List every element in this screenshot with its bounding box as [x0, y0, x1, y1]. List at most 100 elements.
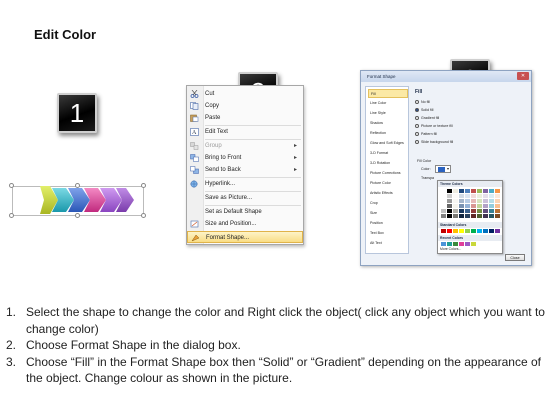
nav-item-artistic-effects[interactable]: Artistic Effects [368, 189, 408, 198]
radio-button[interactable] [415, 140, 419, 145]
nav-item-3d-rotation[interactable]: 3-D Rotation [368, 159, 408, 168]
color-swatch[interactable] [483, 194, 488, 198]
color-swatch[interactable] [477, 214, 482, 218]
close-button[interactable]: Close [505, 254, 525, 261]
color-swatch[interactable] [453, 204, 458, 208]
color-swatch[interactable] [447, 189, 452, 193]
color-swatch[interactable] [441, 242, 446, 246]
color-swatch[interactable] [459, 242, 464, 246]
menu-item-hyperlink[interactable]: Hyperlink... [187, 178, 303, 190]
menu-item-size-position[interactable]: Size and Position... [187, 218, 303, 230]
nav-item-size[interactable]: Size [368, 209, 408, 218]
color-swatch[interactable] [465, 214, 470, 218]
color-swatch[interactable] [471, 242, 476, 246]
color-swatch[interactable] [447, 209, 452, 213]
color-swatch[interactable] [477, 189, 482, 193]
color-swatch[interactable] [489, 204, 494, 208]
color-swatch[interactable] [441, 199, 446, 203]
nav-item-picture-corrections[interactable]: Picture Corrections [368, 169, 408, 178]
radio-button[interactable] [415, 124, 419, 129]
color-swatch[interactable] [465, 242, 470, 246]
color-swatch[interactable] [495, 189, 500, 193]
color-swatch[interactable] [477, 229, 482, 233]
menu-item-bring-to-front[interactable]: Bring to Front ▸ [187, 152, 303, 164]
color-swatch[interactable] [489, 209, 494, 213]
color-swatch[interactable] [447, 204, 452, 208]
color-swatch[interactable] [477, 204, 482, 208]
color-swatch[interactable] [447, 242, 452, 246]
color-swatch[interactable] [483, 229, 488, 233]
nav-item-glow[interactable]: Glow and Soft Edges [368, 139, 408, 148]
color-swatch[interactable] [471, 199, 476, 203]
color-swatch[interactable] [483, 214, 488, 218]
radio-slide-background-fill[interactable]: Slide background fill [415, 139, 453, 146]
color-swatch[interactable] [447, 229, 452, 233]
color-swatch[interactable] [465, 199, 470, 203]
nav-item-fill[interactable]: Fill [368, 89, 408, 98]
color-swatch[interactable] [489, 199, 494, 203]
radio-picture-fill[interactable]: Picture or texture fill [415, 123, 453, 130]
radio-no-fill[interactable]: No fill [415, 99, 430, 106]
close-icon[interactable]: ✕ [517, 72, 529, 80]
radio-button[interactable] [415, 132, 419, 137]
color-swatch[interactable] [459, 209, 464, 213]
color-swatch[interactable] [477, 194, 482, 198]
menu-item-paste[interactable]: Paste [187, 112, 303, 124]
color-swatch[interactable] [495, 194, 500, 198]
color-swatch[interactable] [471, 209, 476, 213]
color-swatch[interactable] [489, 194, 494, 198]
nav-item-position[interactable]: Position [368, 219, 408, 228]
color-swatch[interactable] [495, 199, 500, 203]
nav-item-crop[interactable]: Crop [368, 199, 408, 208]
standard-colors-grid[interactable] [441, 229, 500, 233]
color-swatch[interactable] [453, 194, 458, 198]
color-swatch[interactable] [495, 204, 500, 208]
recent-colors-grid[interactable] [441, 242, 500, 246]
color-swatch[interactable] [459, 199, 464, 203]
nav-item-3d-format[interactable]: 3-D Format [368, 149, 408, 158]
color-swatch[interactable] [465, 229, 470, 233]
menu-item-edit-text[interactable]: A Edit Text [187, 126, 303, 138]
menu-item-format-shape[interactable]: Format Shape... [187, 231, 303, 243]
nav-item-reflection[interactable]: Reflection [368, 129, 408, 138]
color-swatch[interactable] [465, 204, 470, 208]
radio-button[interactable] [415, 100, 419, 105]
chevron-arrows-shape[interactable] [4, 178, 150, 222]
color-swatch[interactable] [441, 209, 446, 213]
color-swatch[interactable] [465, 209, 470, 213]
arrow-shapes-group[interactable] [4, 178, 150, 222]
color-swatch[interactable] [483, 199, 488, 203]
nav-item-line-color[interactable]: Line Color [368, 99, 408, 108]
color-swatch[interactable] [441, 229, 446, 233]
color-swatch[interactable] [495, 229, 500, 233]
nav-item-text-box[interactable]: Text Box [368, 229, 408, 238]
color-swatch[interactable] [459, 204, 464, 208]
radio-button[interactable] [415, 116, 419, 121]
color-swatch[interactable] [453, 199, 458, 203]
color-swatch[interactable] [483, 204, 488, 208]
color-swatch[interactable] [441, 194, 446, 198]
color-swatch[interactable] [489, 214, 494, 218]
color-swatch[interactable] [489, 189, 494, 193]
color-swatch[interactable] [459, 194, 464, 198]
radio-solid-fill[interactable]: Solid fill [415, 107, 433, 114]
color-swatch[interactable] [465, 194, 470, 198]
color-swatch[interactable] [447, 199, 452, 203]
color-swatch[interactable] [447, 194, 452, 198]
color-swatch[interactable] [477, 209, 482, 213]
menu-item-group[interactable]: Group ▸ [187, 140, 303, 152]
color-swatch[interactable] [441, 204, 446, 208]
radio-pattern-fill[interactable]: Pattern fill [415, 131, 437, 138]
color-picker-button[interactable]: ▾ [435, 165, 451, 173]
color-swatch[interactable] [471, 229, 476, 233]
menu-item-set-default-shape[interactable]: Set as Default Shape [187, 206, 303, 218]
color-swatch[interactable] [483, 209, 488, 213]
nav-item-alt-text[interactable]: Alt Text [368, 239, 408, 248]
color-swatch[interactable] [459, 189, 464, 193]
color-swatch[interactable] [441, 214, 446, 218]
menu-item-save-as-picture[interactable]: Save as Picture... [187, 192, 303, 204]
radio-gradient-fill[interactable]: Gradient fill [415, 115, 439, 122]
color-swatch[interactable] [453, 242, 458, 246]
nav-item-picture-color[interactable]: Picture Color [368, 179, 408, 188]
color-swatch[interactable] [453, 229, 458, 233]
